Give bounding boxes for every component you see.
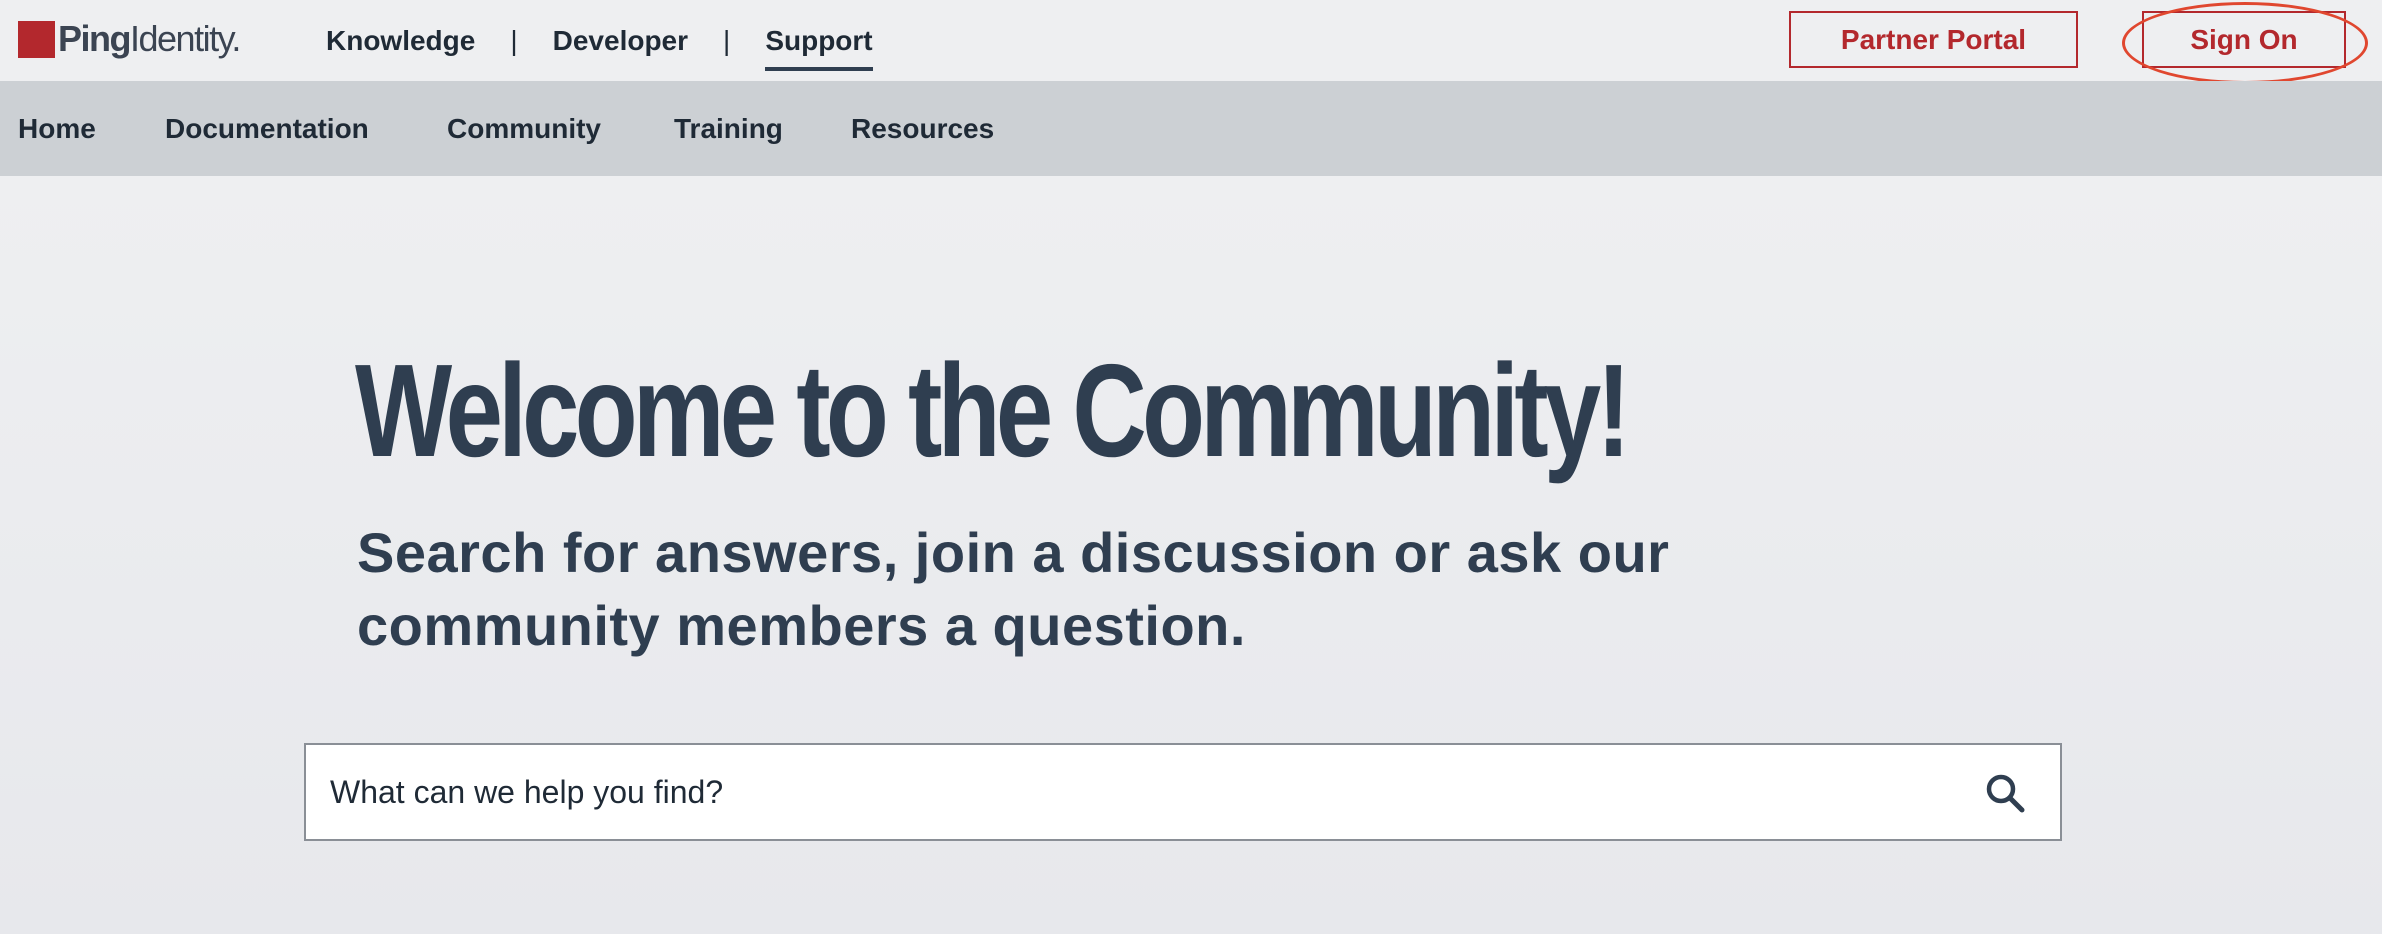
- logo-mark: [18, 20, 55, 58]
- page-title: Welcome to the Community!: [355, 337, 1631, 484]
- subnav-training[interactable]: Training: [674, 111, 783, 147]
- top-navigation: Knowledge | Developer | Support: [326, 0, 873, 81]
- hero-subtitle: Search for answers, join a discussion or…: [357, 521, 1670, 657]
- partner-portal-button[interactable]: Partner Portal: [1789, 11, 2078, 68]
- secondary-navigation: Home Documentation Community Training Re…: [0, 81, 2382, 176]
- hero-section: Welcome to the Community! Search for ans…: [0, 176, 2382, 934]
- subnav-community[interactable]: Community: [447, 111, 601, 147]
- subnav-home[interactable]: Home: [18, 111, 96, 147]
- topnav-separator: |: [510, 24, 518, 56]
- search-icon[interactable]: [1984, 772, 2026, 814]
- topnav-developer[interactable]: Developer: [553, 21, 688, 61]
- topnav-knowledge[interactable]: Knowledge: [326, 21, 475, 61]
- subnav-documentation[interactable]: Documentation: [165, 111, 369, 147]
- subnav-resources[interactable]: Resources: [851, 111, 994, 147]
- logo-wordmark: PingIdentity.: [58, 18, 241, 59]
- top-bar: PingIdentity. Knowledge | Developer | Su…: [0, 0, 2382, 84]
- topnav-support[interactable]: Support: [765, 21, 873, 71]
- search-input[interactable]: [330, 745, 1930, 839]
- search-bar: [304, 743, 2062, 841]
- ping-identity-logo[interactable]: PingIdentity.: [18, 18, 241, 59]
- sign-on-button[interactable]: Sign On: [2142, 11, 2346, 68]
- topnav-separator: |: [723, 24, 731, 56]
